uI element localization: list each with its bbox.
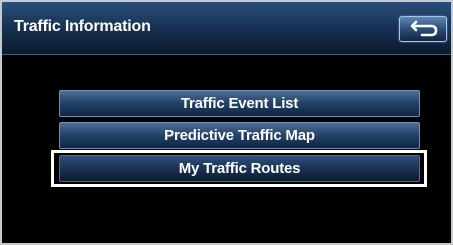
my-traffic-routes-label: My Traffic Routes (178, 160, 301, 177)
predictive-traffic-map-label: Predictive Traffic Map (164, 127, 315, 144)
traffic-information-screen: Traffic Information Traffic Event List P… (0, 0, 453, 245)
page-title: Traffic Information (14, 18, 151, 35)
traffic-event-list-button[interactable]: Traffic Event List (59, 90, 420, 117)
predictive-traffic-map-button[interactable]: Predictive Traffic Map (59, 122, 420, 149)
header-bar: Traffic Information (2, 2, 451, 55)
traffic-event-list-label: Traffic Event List (180, 95, 299, 112)
my-traffic-routes-button[interactable]: My Traffic Routes (59, 155, 420, 182)
back-arrow-icon (410, 20, 438, 37)
back-button[interactable] (399, 16, 447, 42)
